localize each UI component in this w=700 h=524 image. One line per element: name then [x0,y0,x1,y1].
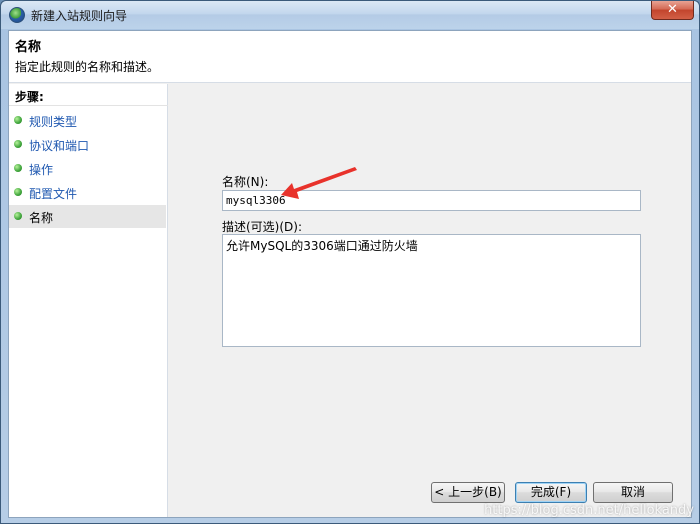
finish-button[interactable]: 完成(F) [515,482,587,503]
step-profile[interactable]: 配置文件 [9,181,166,204]
step-status-dot-icon [14,212,22,220]
step-status-dot-icon [14,188,22,196]
steps-heading: 步骤: [9,84,168,106]
step-label: 操作 [29,163,54,177]
step-status-dot-icon [14,164,22,172]
cancel-button[interactable]: 取消 [593,482,673,503]
close-button[interactable]: ✕ [651,1,694,20]
step-status-dot-icon [14,116,22,124]
description-textarea[interactable]: 允许MySQL的3306端口通过防火墙 [222,234,641,347]
firewall-app-icon [9,7,25,23]
wizard-client-area: 名称 指定此规则的名称和描述。 步骤: 规则类型 协议和端口 操作 配置文件 名… [8,30,692,518]
back-button[interactable]: < 上一步(B) [431,482,505,503]
steps-panel: 步骤: 规则类型 协议和端口 操作 配置文件 名称 [9,84,168,517]
step-label: 协议和端口 [29,139,90,153]
description-label: 描述(可选)(D): [222,220,303,234]
wizard-header: 名称 指定此规则的名称和描述。 [9,31,691,83]
step-name-current[interactable]: 名称 [9,205,166,228]
step-label: 配置文件 [29,187,78,201]
step-action[interactable]: 操作 [9,157,166,180]
watermark-text: https://blog.csdn.net/hellokandy [484,503,694,518]
name-label: 名称(N): [222,175,269,189]
form-area: 名称(N): mysql3306 描述(可选)(D): 允许MySQL的3306… [169,84,691,517]
step-status-dot-icon [14,140,22,148]
step-label: 规则类型 [29,115,78,129]
arrow-shape [281,167,357,199]
title-bar[interactable]: 新建入站规则向导 ✕ [1,1,699,29]
page-description: 指定此规则的名称和描述。 [15,60,160,74]
step-protocol-ports[interactable]: 协议和端口 [9,133,166,156]
window-title: 新建入站规则向导 [31,9,128,23]
page-title: 名称 [15,40,42,55]
wizard-window: 新建入站规则向导 ✕ 名称 指定此规则的名称和描述。 步骤: 规则类型 协议和端… [0,0,700,524]
red-arrow-annotation-icon [281,167,357,199]
step-rule-type[interactable]: 规则类型 [9,109,166,132]
step-label: 名称 [29,211,54,225]
